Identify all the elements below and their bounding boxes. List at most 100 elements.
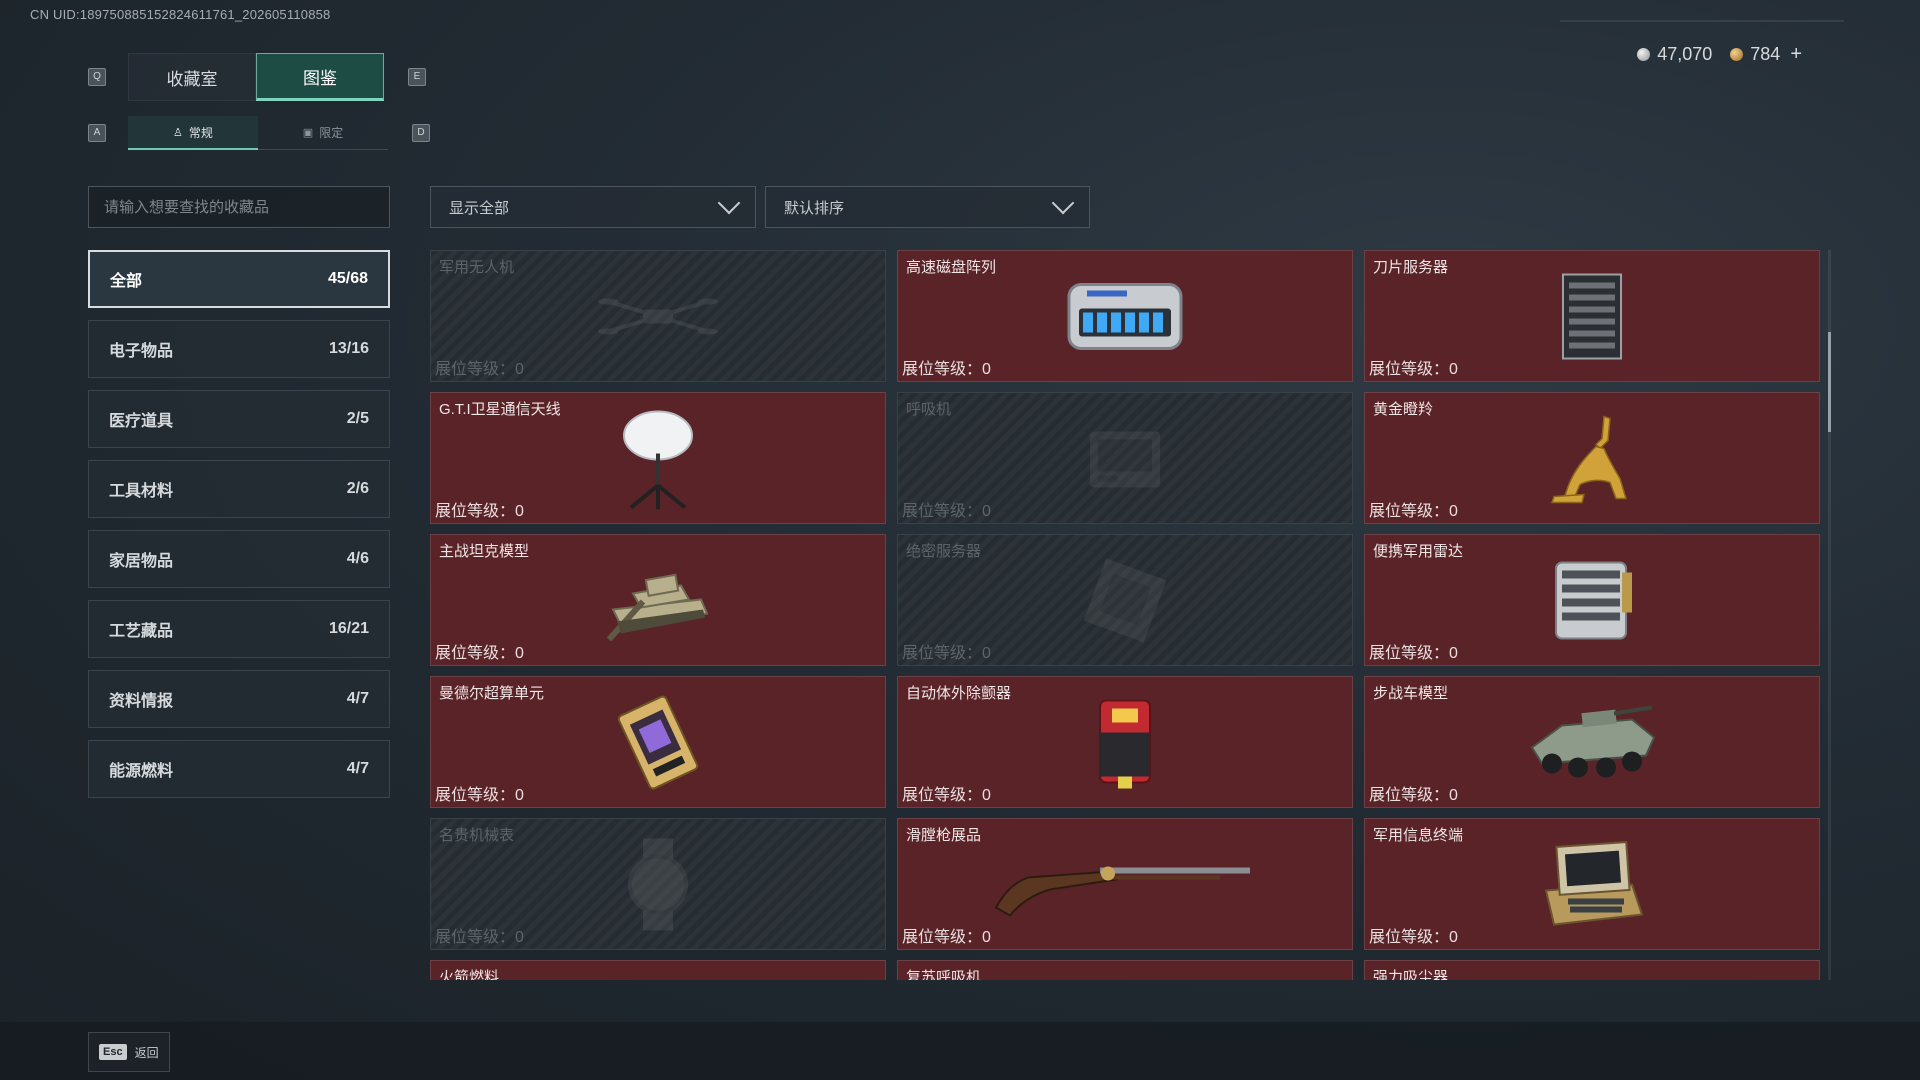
collection-card[interactable]: 刀片服务器 展位等级：0 (1364, 250, 1820, 382)
chevron-down-icon (1051, 191, 1075, 215)
category-label: 工具材料 (109, 483, 174, 500)
watch-icon (613, 834, 703, 939)
tab-catalog[interactable]: 图鉴 (256, 53, 384, 101)
category-intel[interactable]: 资料情报 4/7 (88, 670, 390, 728)
category-label: 全部 (110, 273, 143, 290)
display-level: 展位等级：0 (435, 787, 524, 804)
display-level: 展位等级：0 (435, 503, 524, 520)
collection-card[interactable]: 绝密服务器展位等级：0 (897, 534, 1353, 666)
category-count: 45/68 (327, 270, 368, 287)
collection-card[interactable]: 军用无人机展位等级：0 (430, 250, 886, 382)
display-level: 展位等级：0 (1369, 787, 1458, 804)
item-name: 主战坦克模型 (439, 543, 530, 560)
esc-key: Esc (99, 1044, 127, 1060)
item-name: G.T.I卫星通信天线 (439, 401, 561, 418)
item-name: 便携军用雷达 (1373, 543, 1464, 560)
item-name: 呼吸机 (906, 401, 952, 418)
category-label: 医疗道具 (109, 413, 174, 430)
category-label: 工艺藏品 (109, 623, 174, 640)
secret-server-icon (1075, 555, 1175, 650)
category-tools[interactable]: 工具材料 2/6 (88, 460, 390, 518)
add-currency-button[interactable]: + (1790, 43, 1802, 66)
item-name: 高速磁盘阵列 (906, 259, 997, 276)
blade-server-icon (1555, 268, 1629, 369)
category-medical[interactable]: 医疗道具 2/5 (88, 390, 390, 448)
tank-model-icon (603, 555, 713, 650)
collection-card[interactable]: 军用信息终端 展位等级：0 (1364, 818, 1820, 950)
display-level: 展位等级：0 (902, 929, 991, 946)
display-level: 展位等级：0 (435, 929, 524, 946)
collection-card[interactable]: 火箭燃料展位等级：0 (430, 960, 886, 980)
category-count: 4/7 (346, 690, 369, 707)
sort-dropdown[interactable]: 默认排序 (765, 186, 1090, 228)
grid-scrollbar[interactable] (1828, 250, 1831, 980)
collection-card[interactable]: 复苏呼吸机展位等级：0 (897, 960, 1353, 980)
info-terminal-icon (1532, 834, 1652, 939)
silver-amount: 47,070 (1657, 43, 1713, 64)
top-divider (1560, 20, 1844, 22)
category-electronics[interactable]: 电子物品 13/16 (88, 320, 390, 378)
back-button[interactable]: Esc 返回 (88, 1032, 170, 1072)
category-all[interactable]: 全部 45/68 (88, 250, 390, 308)
item-name: 火箭燃料 (439, 969, 500, 980)
item-name: 滑膛枪展品 (906, 827, 982, 844)
category-count: 2/6 (346, 480, 369, 497)
subtab-limited-label: 限定 (319, 126, 344, 140)
item-name: 名贵机械表 (439, 827, 515, 844)
tab-collection-room[interactable]: 收藏室 (128, 53, 256, 101)
currency-bar: 47,070 784 + (1637, 40, 1802, 68)
key-hint-q: Q (88, 68, 106, 86)
display-level: 展位等级：0 (902, 645, 991, 662)
collection-card[interactable]: 自动体外除颤器 展位等级：0 (897, 676, 1353, 808)
disk-array-icon (1063, 274, 1187, 363)
display-level: 展位等级：0 (1369, 361, 1458, 378)
collection-card[interactable]: 黄金瞪羚展位等级：0 (1364, 392, 1820, 524)
portable-radar-icon (1542, 552, 1642, 653)
collection-card[interactable]: 呼吸机展位等级：0 (897, 392, 1353, 524)
collection-card[interactable]: 强力吸尘器展位等级：0 (1364, 960, 1820, 980)
category-crafts[interactable]: 工艺藏品 16/21 (88, 600, 390, 658)
collection-card[interactable]: 便携军用雷达 展位等级：0 (1364, 534, 1820, 666)
gold-coin-icon (1730, 47, 1744, 61)
item-name: 曼德尔超算单元 (439, 685, 545, 702)
item-name: 军用信息终端 (1373, 827, 1464, 844)
collection-card[interactable]: 曼德尔超算单元展位等级：0 (430, 676, 886, 808)
back-label: 返回 (134, 1045, 159, 1060)
collection-card[interactable]: 步战车模型 展位等级：0 (1364, 676, 1820, 808)
item-name: 黄金瞪羚 (1373, 401, 1434, 418)
scrollbar-thumb[interactable] (1828, 332, 1831, 432)
collection-card[interactable]: G.T.I卫星通信天线展位等级：0 (430, 392, 886, 524)
collection-card[interactable]: 高速磁盘阵列 展位等级：0 (897, 250, 1353, 382)
category-list: 全部 45/68 电子物品 13/16 医疗道具 2/5 工具材料 2/6 家居物品 4/… (88, 250, 390, 810)
golden-gazelle-icon (1544, 408, 1640, 513)
collection-card[interactable]: 名贵机械表展位等级：0 (430, 818, 886, 950)
bottom-bar (0, 1022, 1920, 1080)
display-level: 展位等级：0 (1369, 503, 1458, 520)
item-grid: 军用无人机 展位等级：0 高速磁盘阵列 展位等级：0 刀片服务器 展位等级：0 G.T.I卫… (430, 250, 1830, 980)
filter-value: 显示全部 (449, 199, 510, 217)
filter-dropdown[interactable]: 显示全部 (430, 186, 756, 228)
collection-card[interactable]: 滑膛枪展品展位等级：0 (897, 818, 1353, 950)
gold-amount: 784 (1750, 43, 1781, 64)
category-household[interactable]: 家居物品 4/6 (88, 530, 390, 588)
search-input[interactable] (88, 186, 390, 228)
item-name: 复苏呼吸机 (906, 969, 982, 980)
collection-card[interactable]: 主战坦克模型 展位等级：0 (430, 534, 886, 666)
silver-coin-icon (1637, 47, 1651, 61)
sort-value: 默认排序 (784, 199, 845, 217)
gold-currency: 784 (1730, 44, 1780, 65)
uid-label: CN UID:189750885152824611761_20260511085… (30, 7, 331, 22)
ventilator-icon (1080, 413, 1170, 508)
item-name: 军用无人机 (439, 259, 515, 276)
regular-icon: ♙ (173, 126, 183, 139)
category-label: 能源燃料 (109, 763, 174, 780)
supercomputer-unit-icon (608, 692, 708, 797)
display-level: 展位等级：0 (902, 503, 991, 520)
item-name: 绝密服务器 (906, 543, 982, 560)
category-label: 电子物品 (109, 343, 174, 360)
subtab-regular[interactable]: ♙ 常规 (128, 116, 258, 150)
display-level: 展位等级：0 (435, 361, 524, 378)
category-energy[interactable]: 能源燃料 4/7 (88, 740, 390, 798)
subtab-limited[interactable]: ▣ 限定 (258, 116, 388, 150)
item-grid-viewport: 军用无人机 展位等级：0 高速磁盘阵列 展位等级：0 刀片服务器 展位等级：0 G.T.I卫… (430, 250, 1830, 980)
